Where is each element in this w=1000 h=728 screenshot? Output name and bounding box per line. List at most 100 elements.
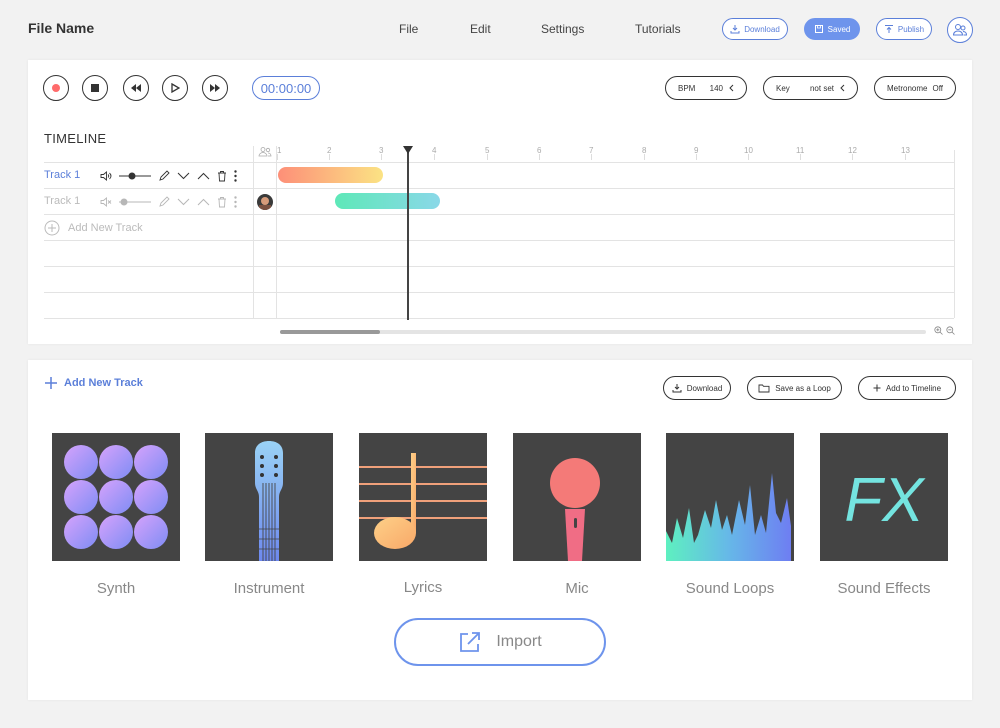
more-vertical-icon[interactable] — [234, 170, 237, 182]
grid-line — [44, 162, 954, 163]
audio-clip[interactable] — [278, 167, 383, 183]
ruler-tick — [434, 154, 435, 160]
grid-line — [44, 214, 954, 215]
add-track-row[interactable]: Add New Track — [44, 220, 143, 236]
import-button[interactable]: Import — [394, 618, 606, 666]
add-track-label: Add New Track — [68, 222, 143, 234]
sound-effects-label: Sound Effects — [837, 580, 931, 597]
ruler-tick — [644, 154, 645, 160]
bpm-control[interactable]: BPM 140 — [665, 76, 747, 100]
plus-icon — [45, 377, 57, 389]
record-button[interactable] — [43, 75, 69, 101]
waveform-icon — [666, 473, 791, 561]
file-name[interactable]: File Name — [28, 20, 94, 36]
column-divider — [253, 146, 254, 318]
sound-loops-tile[interactable] — [666, 433, 794, 561]
rewind-icon — [131, 84, 141, 92]
add-new-track-button[interactable]: Add New Track — [44, 376, 143, 390]
save-icon — [814, 25, 823, 33]
add-to-timeline-button[interactable]: Add to Timeline — [858, 376, 956, 400]
add-new-track-label: Add New Track — [64, 377, 143, 389]
library-panel: Add New Track Download Save as a Loop Ad… — [28, 360, 972, 700]
synth-tile[interactable] — [52, 433, 180, 561]
external-link-icon — [460, 632, 481, 652]
track-2-name[interactable]: Track 1 — [44, 195, 80, 207]
ruler-tick — [800, 154, 801, 160]
chevron-up-icon[interactable] — [197, 198, 210, 206]
add-timeline-label: Add to Timeline — [885, 383, 942, 393]
download-loop-button[interactable]: Download — [663, 376, 731, 400]
key-value: not set — [809, 83, 834, 93]
instrument-tile[interactable] — [205, 433, 333, 561]
fx-text: FX — [844, 466, 926, 535]
ruler-tick — [905, 154, 906, 160]
trash-icon[interactable] — [217, 196, 227, 208]
mic-tile[interactable] — [513, 433, 641, 561]
mute-icon[interactable] — [100, 197, 112, 207]
plus-icon — [873, 384, 881, 392]
chevron-up-icon[interactable] — [197, 172, 210, 180]
track-1-name[interactable]: Track 1 — [44, 169, 80, 181]
saved-label: Saved — [827, 24, 851, 34]
chevron-left-icon — [729, 84, 734, 92]
users-icon — [952, 24, 968, 36]
zoom-out-icon[interactable] — [946, 326, 955, 335]
scrollbar-thumb[interactable] — [280, 330, 380, 334]
stop-button[interactable] — [82, 75, 108, 101]
save-as-loop-button[interactable]: Save as a Loop — [747, 376, 842, 400]
ruler-tick — [329, 154, 330, 160]
zoom-in-icon[interactable] — [934, 326, 943, 335]
track-2-controls — [100, 195, 237, 209]
trash-icon[interactable] — [217, 170, 227, 182]
key-control[interactable]: Key not set — [763, 76, 858, 100]
fx-icon: FX — [844, 466, 926, 535]
play-button[interactable] — [162, 75, 188, 101]
menu-edit[interactable]: Edit — [470, 22, 491, 36]
volume-slider[interactable] — [119, 171, 151, 181]
upload-icon — [884, 25, 893, 33]
key-label: Key — [776, 83, 790, 93]
fast-forward-button[interactable] — [202, 75, 228, 101]
volume-icon[interactable] — [100, 171, 112, 181]
volume-slider[interactable] — [119, 197, 151, 207]
grid-line — [44, 292, 954, 293]
edit-icon[interactable] — [158, 170, 170, 182]
menu-tutorials[interactable]: Tutorials — [635, 22, 681, 36]
playhead-handle[interactable] — [403, 146, 413, 154]
playhead[interactable] — [407, 146, 409, 320]
menu-settings[interactable]: Settings — [541, 22, 584, 36]
bpm-label: BPM — [678, 83, 696, 93]
download-icon — [672, 384, 682, 393]
collaborators-button[interactable] — [947, 17, 973, 43]
record-icon — [52, 84, 60, 92]
saved-button[interactable]: Saved — [804, 18, 860, 40]
lyrics-tile[interactable] — [359, 433, 487, 561]
chevron-down-icon[interactable] — [177, 172, 190, 180]
menu-file[interactable]: File — [399, 22, 418, 36]
rewind-button[interactable] — [123, 75, 149, 101]
publish-button[interactable]: Publish — [876, 18, 932, 40]
metronome-label: Metronome — [887, 83, 928, 93]
grid-line — [44, 240, 954, 241]
metronome-control[interactable]: Metronome Off — [874, 76, 956, 100]
grid-line — [44, 318, 954, 319]
avatar — [257, 194, 273, 210]
stop-icon — [91, 84, 99, 92]
sound-effects-tile[interactable]: FX — [820, 433, 948, 561]
edit-icon[interactable] — [158, 196, 170, 208]
grid-line — [44, 266, 954, 267]
audio-clip[interactable] — [335, 193, 440, 209]
import-label: Import — [496, 633, 542, 650]
chevron-down-icon[interactable] — [177, 198, 190, 206]
ruler-tick — [748, 154, 749, 160]
download-button[interactable]: Download — [722, 18, 788, 40]
instrument-label: Instrument — [233, 580, 305, 597]
synth-label: Synth — [96, 580, 136, 597]
ruler-tick — [277, 154, 278, 160]
timeline-scrollbar[interactable] — [280, 330, 926, 334]
download-label: Download — [686, 383, 723, 393]
more-vertical-icon[interactable] — [234, 196, 237, 208]
plus-circle-icon — [44, 220, 60, 236]
ruler-tick — [696, 154, 697, 160]
track-1-controls — [100, 169, 237, 183]
